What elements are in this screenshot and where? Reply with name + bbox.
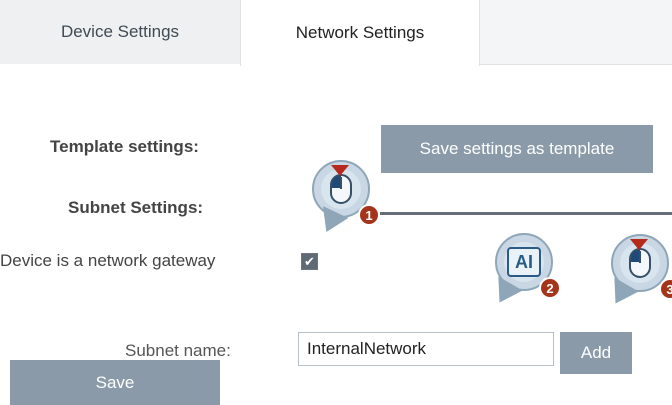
gateway-checkbox[interactable]: ✔ [301,253,318,270]
tab-strip-filler [480,0,672,65]
save-template-button[interactable]: Save settings as template [381,125,653,173]
step-badge: 1 [358,204,380,226]
subnet-name-label: Subnet name: [125,341,231,360]
step-badge: 3 [659,278,672,300]
callout-tail [487,276,523,310]
callout-tail [313,206,349,238]
callout-tail [603,277,639,311]
tab-device-settings[interactable]: Device Settings [0,0,240,64]
text-input-icon: AI [504,242,544,282]
tab-strip: Device Settings Network Settings [0,0,672,66]
save-button[interactable]: Save [10,360,220,405]
callout-step-3: 3 [603,234,672,311]
add-subnet-button[interactable]: Add [560,332,632,374]
callout-step-2: AI 2 [487,233,561,310]
tab-network-settings-label: Network Settings [295,23,425,42]
tab-device-settings-label: Device Settings [60,22,180,41]
gateway-label: Device is a network gateway [0,251,216,270]
callout-step-1: 1 [312,160,380,238]
save-button-label: Save [95,372,135,392]
subnet-name-input[interactable] [298,332,554,366]
template-settings-label: Template settings: [50,137,199,156]
save-template-button-label: Save settings as template [419,139,615,158]
tab-network-settings[interactable]: Network Settings [240,0,480,66]
section-divider [380,212,672,215]
add-subnet-button-label: Add [580,343,612,362]
mouse-click-icon [620,239,660,283]
subnet-settings-label: Subnet Settings: [68,198,204,217]
step-badge: 2 [539,277,561,299]
mouse-click-icon [321,165,361,209]
